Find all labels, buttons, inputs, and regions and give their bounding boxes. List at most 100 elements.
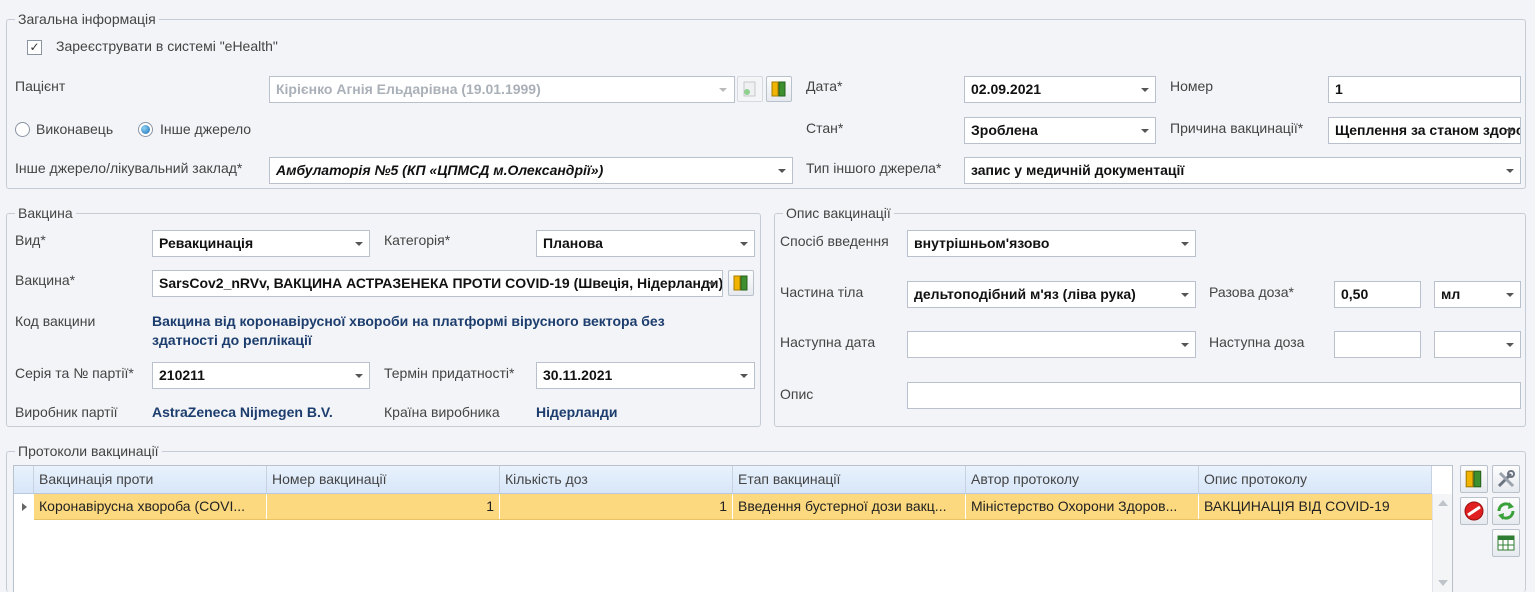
number-label: Номер bbox=[1170, 78, 1214, 94]
manufacturer-value: AstraZeneca Nijmegen B.V. bbox=[152, 404, 333, 420]
route-field[interactable]: внутрішньом'язово bbox=[907, 230, 1196, 257]
book-icon bbox=[733, 275, 748, 291]
next-dose-field[interactable] bbox=[1334, 331, 1421, 358]
scroll-down-icon[interactable] bbox=[1438, 580, 1448, 586]
vaccine-type-label: Вид* bbox=[15, 232, 46, 248]
expiry-label: Термін придатності* bbox=[384, 365, 515, 381]
next-date-field[interactable] bbox=[907, 331, 1196, 358]
document-icon bbox=[743, 81, 756, 97]
single-dose-field[interactable]: 0,50 bbox=[1334, 281, 1421, 308]
other-source-label: Інше джерело bbox=[160, 121, 252, 137]
patient-document-button[interactable] bbox=[737, 76, 763, 102]
date-field[interactable]: 02.09.2021 bbox=[964, 76, 1156, 103]
tools-icon bbox=[1497, 470, 1515, 488]
protocol-refresh-button[interactable] bbox=[1492, 497, 1520, 525]
scroll-up-icon[interactable] bbox=[1438, 500, 1448, 506]
performer-label: Виконавець bbox=[36, 121, 114, 137]
facility-field[interactable]: Амбулаторія №5 (КП «ЦПМСД м.Олександрії»… bbox=[269, 157, 793, 184]
series-field[interactable]: 210211 bbox=[152, 362, 370, 389]
vaccine-title: Вакцина bbox=[15, 205, 76, 221]
grid-header-cell bbox=[14, 466, 34, 493]
other-source-type-dropdown-icon[interactable] bbox=[1502, 158, 1518, 183]
reason-dropdown-icon[interactable] bbox=[1502, 118, 1518, 143]
register-ehealth-checkbox[interactable]: ✓ bbox=[27, 40, 42, 55]
col-header-vaccination-against[interactable]: Вакцинація проти bbox=[34, 466, 267, 493]
grid-scrollbar[interactable] bbox=[1432, 494, 1452, 592]
vaccine-code-label: Код вакцини bbox=[15, 313, 96, 329]
expiry-field[interactable]: 30.11.2021 bbox=[536, 362, 755, 389]
vaccine-name-field[interactable]: SarsCov2_nRVv, ВАКЦИНА АСТРАЗЕНЕКА ПРОТИ… bbox=[152, 270, 723, 297]
protocol-book-button[interactable] bbox=[1460, 465, 1488, 493]
col-header-protocol-author[interactable]: Автор протоколу bbox=[966, 466, 1199, 493]
next-dose-label: Наступна доза bbox=[1209, 334, 1305, 350]
date-dropdown-icon[interactable] bbox=[1137, 77, 1153, 102]
route-label: Спосіб введення bbox=[780, 233, 889, 249]
cell-dose-count: 1 bbox=[500, 494, 733, 519]
notes-field[interactable] bbox=[907, 382, 1521, 409]
state-dropdown-icon[interactable] bbox=[1137, 118, 1153, 143]
date-label: Дата* bbox=[806, 78, 843, 94]
dose-unit-dropdown-icon[interactable] bbox=[1502, 282, 1518, 307]
single-dose-label: Разова доза* bbox=[1209, 284, 1294, 300]
performer-radio[interactable] bbox=[15, 122, 30, 137]
register-ehealth-label: Зареєструвати в системі "eHealth" bbox=[56, 38, 278, 54]
vaccine-code-value-line1: Вакцина від коронавірусної хвороби на пл… bbox=[152, 313, 665, 329]
description-title: Опис вакцинації bbox=[783, 205, 894, 221]
category-field[interactable]: Планова bbox=[536, 230, 755, 257]
patient-book-button[interactable] bbox=[766, 76, 792, 102]
other-source-radio[interactable] bbox=[138, 122, 153, 137]
col-header-protocol-description[interactable]: Опис протоколу bbox=[1199, 466, 1432, 493]
cell-vaccination-against: Коронавірусна хвороба (COVI... bbox=[34, 494, 267, 519]
delete-icon bbox=[1464, 501, 1484, 521]
category-label: Категорія* bbox=[384, 232, 451, 248]
route-dropdown-icon[interactable] bbox=[1177, 231, 1193, 256]
vaccine-type-field[interactable]: Ревакцинація bbox=[152, 230, 370, 257]
protocols-grid: Вакцинація проти Номер вакцинації Кількі… bbox=[13, 465, 1453, 592]
vaccine-name-label: Вакцина* bbox=[15, 272, 76, 288]
grid-header: Вакцинація проти Номер вакцинації Кількі… bbox=[14, 466, 1432, 494]
excel-icon bbox=[1497, 535, 1515, 551]
body-part-label: Частина тіла bbox=[780, 284, 864, 300]
number-field[interactable]: 1 bbox=[1328, 76, 1521, 103]
refresh-icon bbox=[1497, 502, 1515, 520]
col-header-vaccination-stage[interactable]: Етап вакцинації bbox=[733, 466, 966, 493]
protocol-tools-button[interactable] bbox=[1492, 465, 1520, 493]
patient-field[interactable]: Кірієнко Агнія Ельдарівна (19.01.1999) bbox=[269, 76, 735, 103]
cell-protocol-description: ВАКЦИНАЦІЯ ВІД COVID-19 bbox=[1204, 498, 1390, 514]
next-date-dropdown-icon[interactable] bbox=[1177, 332, 1193, 357]
manufacturer-label: Виробник партії bbox=[15, 404, 118, 420]
book-icon bbox=[1465, 470, 1482, 488]
book-icon bbox=[771, 81, 786, 97]
expiry-dropdown-icon[interactable] bbox=[736, 363, 752, 388]
facility-label: Інше джерело/лікувальний заклад* bbox=[15, 160, 243, 176]
patient-label: Пацієнт bbox=[15, 78, 66, 94]
body-part-field[interactable]: дельтоподібний м'яз (ліва рука) bbox=[907, 281, 1196, 308]
vaccine-book-button[interactable] bbox=[728, 270, 754, 296]
body-part-dropdown-icon[interactable] bbox=[1177, 282, 1193, 307]
state-label: Стан* bbox=[806, 120, 844, 136]
other-source-type-field[interactable]: запис у медичній документації bbox=[964, 157, 1521, 184]
category-dropdown-icon[interactable] bbox=[736, 231, 752, 256]
series-label: Серія та № партії* bbox=[15, 365, 134, 381]
protocol-excel-button[interactable] bbox=[1492, 529, 1520, 557]
next-date-label: Наступна дата bbox=[780, 334, 876, 350]
row-indicator-icon bbox=[14, 494, 34, 520]
state-field[interactable]: Зроблена bbox=[964, 117, 1156, 144]
protocol-delete-button[interactable] bbox=[1460, 497, 1488, 525]
cell-vaccination-stage: Введення бустерної дози вакц... bbox=[733, 494, 966, 519]
series-dropdown-icon[interactable] bbox=[351, 363, 367, 388]
country-label: Країна виробника bbox=[384, 404, 500, 420]
general-info-title: Загальна інформація bbox=[15, 11, 159, 27]
col-header-vaccination-number[interactable]: Номер вакцинації bbox=[267, 466, 500, 493]
reason-field[interactable]: Щеплення за станом здоров'я bbox=[1328, 117, 1521, 144]
next-dose-unit-dropdown-icon[interactable] bbox=[1502, 332, 1518, 357]
table-row[interactable]: Коронавірусна хвороба (COVI... 1 1 Введе… bbox=[14, 494, 1432, 520]
facility-dropdown-icon[interactable] bbox=[774, 158, 790, 183]
vaccine-name-dropdown-icon[interactable] bbox=[704, 271, 720, 296]
cell-protocol-author: Міністерство Охорони Здоров... bbox=[966, 494, 1199, 519]
vaccine-code-value-line2: здатності до реплікації bbox=[152, 332, 312, 348]
vaccine-type-dropdown-icon[interactable] bbox=[351, 231, 367, 256]
country-value: Нідерланди bbox=[536, 404, 618, 420]
col-header-dose-count[interactable]: Кількість доз bbox=[500, 466, 733, 493]
patient-dropdown-icon bbox=[715, 77, 731, 102]
